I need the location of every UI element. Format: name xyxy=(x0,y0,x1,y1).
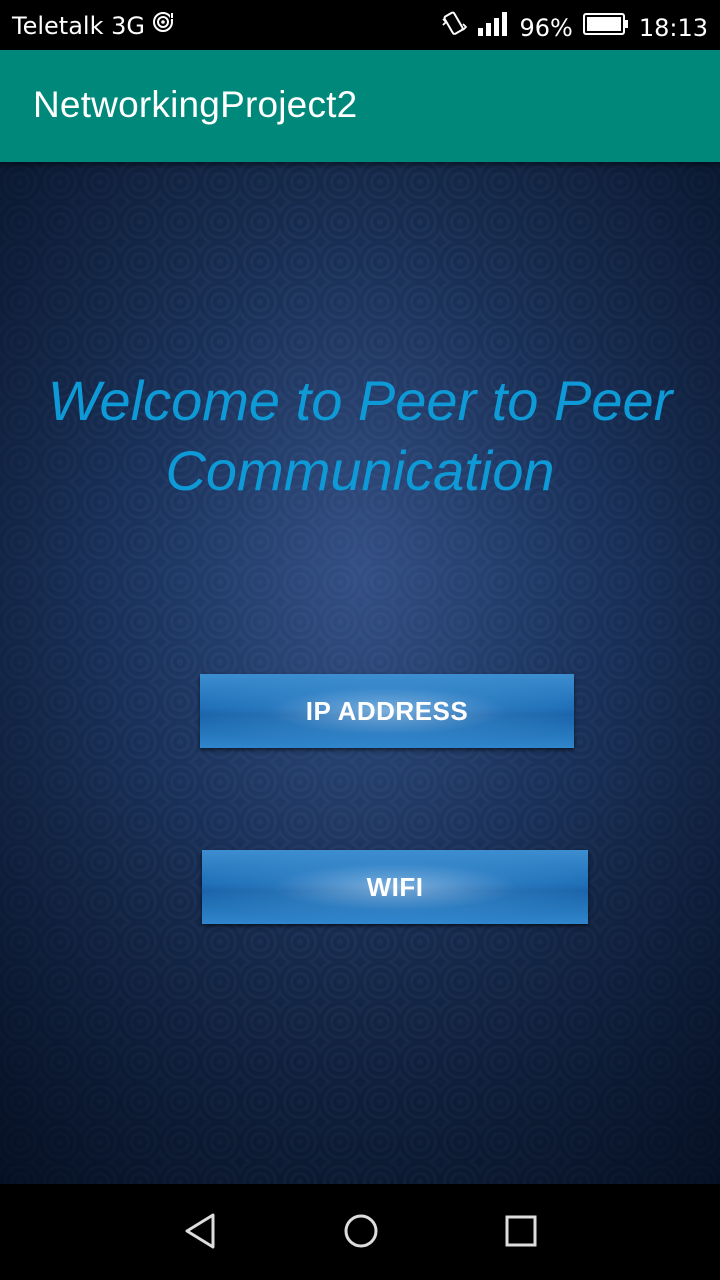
app-title: NetworkingProject2 xyxy=(33,84,358,125)
recents-button[interactable] xyxy=(496,1208,546,1258)
back-button[interactable] xyxy=(176,1208,226,1258)
main-content: Welcome to Peer to Peer Communication IP… xyxy=(0,162,720,1184)
battery-percent: 96% xyxy=(519,13,573,42)
recents-icon xyxy=(501,1211,541,1255)
vibrate-icon xyxy=(441,10,468,45)
screen: Teletalk 3G 96% 18:13 NetworkingProject2… xyxy=(0,0,720,1280)
navigation-bar xyxy=(0,1184,720,1280)
carrier-label: Teletalk 3G xyxy=(12,11,145,40)
battery-icon xyxy=(582,12,629,43)
status-right: 96% 18:13 xyxy=(441,10,708,45)
signal-icon xyxy=(477,11,509,44)
app-bar: NetworkingProject2 xyxy=(0,50,720,162)
home-icon xyxy=(341,1211,381,1255)
ip-address-button[interactable]: IP ADDRESS xyxy=(200,674,574,748)
status-bar: Teletalk 3G 96% 18:13 xyxy=(0,0,720,50)
clock: 18:13 xyxy=(638,13,708,42)
welcome-line-1: Welcome to Peer to Peer xyxy=(47,369,673,432)
wifi-button[interactable]: WIFI xyxy=(202,850,588,924)
hotspot-icon xyxy=(151,10,175,41)
home-button[interactable] xyxy=(336,1208,386,1258)
welcome-line-2: Communication xyxy=(165,439,555,502)
back-icon xyxy=(181,1211,221,1255)
status-left: Teletalk 3G xyxy=(12,10,175,41)
welcome-heading: Welcome to Peer to Peer Communication xyxy=(0,366,720,506)
